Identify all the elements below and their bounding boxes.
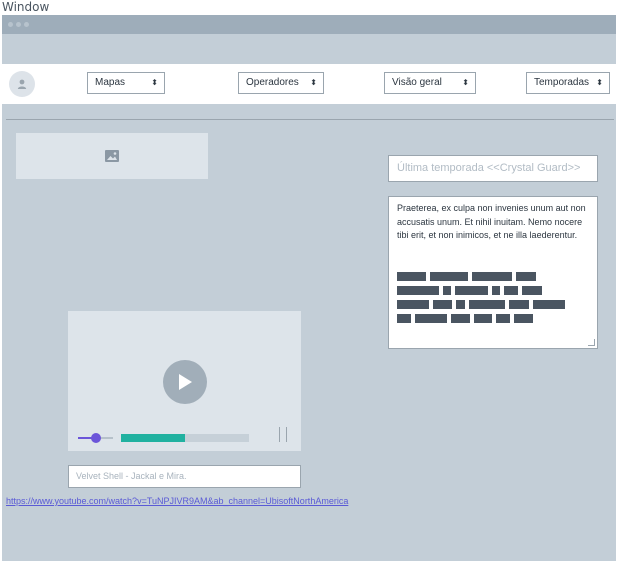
avatar-icon: [17, 79, 27, 89]
chevron-updown-icon: ⬍: [310, 78, 317, 87]
description-text: Praeterea, ex culpa non invenies unum au…: [397, 203, 586, 240]
select-label: Visão geral: [392, 77, 442, 88]
window-dot[interactable]: [16, 22, 21, 27]
avatar[interactable]: [9, 71, 35, 97]
select-label: Temporadas: [534, 77, 590, 88]
navbar: Mapas ⬍ Operadores ⬍ Visão geral ⬍ Tempo…: [2, 64, 616, 104]
play-icon: [179, 374, 192, 390]
divider: [6, 119, 614, 120]
resize-handle[interactable]: [588, 339, 595, 346]
window-dot[interactable]: [8, 22, 13, 27]
chevron-updown-icon: ⬍: [596, 78, 603, 87]
chevron-updown-icon: ⬍: [462, 78, 469, 87]
window-dot[interactable]: [24, 22, 29, 27]
title-bar: [2, 15, 616, 34]
select-label: Mapas: [95, 77, 126, 88]
app-window: Mapas ⬍ Operadores ⬍ Visão geral ⬍ Tempo…: [2, 15, 616, 561]
select-mapas[interactable]: Mapas ⬍: [87, 72, 165, 94]
image-placeholder: [16, 133, 208, 179]
select-temporadas[interactable]: Temporadas ⬍: [526, 72, 610, 94]
select-operadores[interactable]: Operadores ⬍: [238, 72, 324, 94]
progress-fill: [121, 434, 185, 442]
select-label: Operadores: [246, 77, 299, 88]
season-input[interactable]: Última temporada <<Crystal Guard>>: [388, 155, 598, 182]
select-visao-geral[interactable]: Visão geral ⬍: [384, 72, 476, 94]
video-link[interactable]: https://www.youtube.com/watch?v=TuNPJIVR…: [6, 496, 348, 506]
fullscreen-icon[interactable]: [279, 427, 287, 442]
chevron-updown-icon: ⬍: [151, 78, 158, 87]
window-title: Window: [2, 0, 50, 14]
volume-knob[interactable]: [90, 433, 101, 443]
progress-bar[interactable]: [121, 434, 249, 442]
image-icon: [105, 150, 119, 162]
description-textarea[interactable]: Praeterea, ex culpa non invenies unum au…: [388, 196, 598, 349]
video-player[interactable]: [68, 311, 301, 451]
play-button[interactable]: [163, 360, 207, 404]
video-caption-input[interactable]: Velvet Shell - Jackal e Mira.: [68, 465, 301, 488]
